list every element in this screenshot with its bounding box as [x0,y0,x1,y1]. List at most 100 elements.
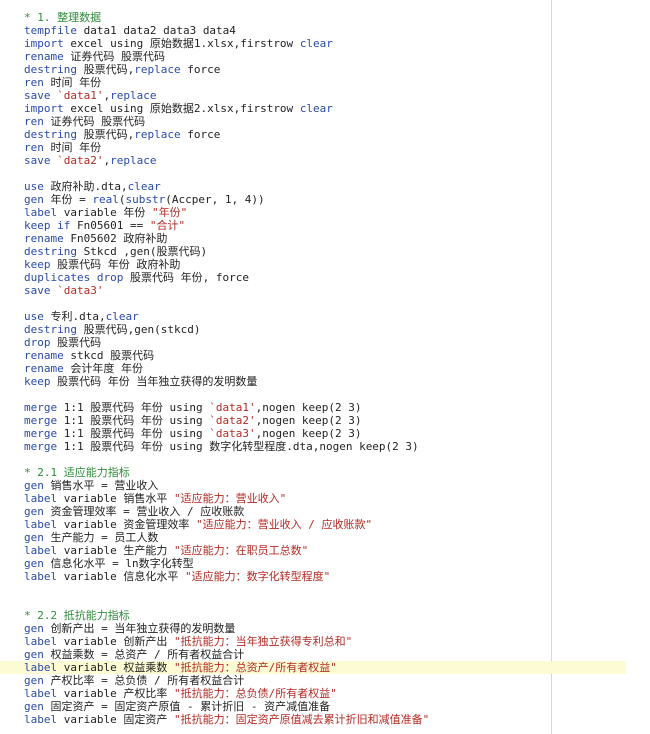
code-line[interactable]: save `data1',replace [0,89,626,102]
keyword-token: gen [24,700,44,713]
keyword-token: clear [299,102,333,115]
code-token: variable 年份 [57,206,152,219]
keyword-token: replace [110,89,157,102]
code-line[interactable]: * 1. 整理数据 [0,11,626,24]
keyword-token: label [24,570,58,583]
code-line[interactable]: label variable 销售水平 "适应能力：营业收入" [0,492,626,505]
keyword-token: ren [24,141,44,154]
code-token: variable 产权比率 [57,687,174,700]
keyword-token: label [24,206,58,219]
code-line[interactable]: rename stkcd 股票代码 [0,349,626,362]
do-file-editor[interactable]: * 1. 整理数据 tempfile data1 data2 data3 data… [0,0,650,734]
code-line[interactable]: gen 固定资产 = 固定资产原值 - 累计折旧 - 资产减值准备 [0,700,626,713]
code-line[interactable]: import excel using 原始数据2.xlsx,firstrow c… [0,102,626,115]
code-line[interactable]: label variable 固定资产 "抵抗能力：固定资产原值减去累计折旧和减… [0,713,626,726]
code-line-current[interactable]: label variable 权益乘数 "抵抗能力：总资产/所有者权益" [0,661,626,674]
code-line[interactable]: ren 证券代码 股票代码 [0,115,626,128]
code-token: Stkcd ,gen(股票代码) [76,245,208,258]
code-token: ( [118,193,126,206]
code-token: variable 权益乘数 [57,661,174,674]
code-line[interactable]: merge 1:1 股票代码 年份 using `data1',nogen ke… [0,401,626,414]
keyword-token: duplicates drop [24,271,124,284]
keyword-token: keep [24,258,51,271]
code-line[interactable]: rename 证券代码 股票代码 [0,50,626,63]
code-line[interactable]: label variable 资金管理效率 "适应能力：营业收入 / 应收账款" [0,518,626,531]
keyword-token: real [92,193,119,206]
code-line[interactable] [0,297,626,310]
keyword-token: gen [24,479,44,492]
code-line[interactable]: merge 1:1 股票代码 年份 using `data2',nogen ke… [0,414,626,427]
code-token: variable 信息化水平 [57,570,185,583]
code-line[interactable] [0,596,626,609]
keyword-token: merge [24,401,58,414]
code-line[interactable] [0,583,626,596]
code-token: ,nogen keep(2 3) [255,401,362,414]
code-line[interactable]: destring 股票代码,replace force [0,128,626,141]
code-line[interactable]: label variable 创新产出 "抵抗能力：当年独立获得专利总和" [0,635,626,648]
keyword-token: tempfile [24,24,77,37]
code-line[interactable]: * 2.2 抵抗能力指标 [0,609,626,622]
code-line[interactable]: import excel using 原始数据1.xlsx,firstrow c… [0,37,626,50]
code-line[interactable]: gen 销售水平 = 营业收入 [0,479,626,492]
code-line[interactable]: gen 创新产出 = 当年独立获得的发明数量 [0,622,626,635]
code-token: variable 生产能力 [57,544,174,557]
code-line[interactable]: keep 股票代码 年份 当年独立获得的发明数量 [0,375,626,388]
keyword-token: label [24,713,58,726]
code-line[interactable]: use 政府补助.dta,clear [0,180,626,193]
code-line[interactable]: gen 产权比率 = 总负债 / 所有者权益合计 [0,674,626,687]
code-line[interactable]: merge 1:1 股票代码 年份 using 数字化转型程度.dta,noge… [0,440,626,453]
code-line[interactable]: * 2.1 适应能力指标 [0,466,626,479]
code-token: 股票代码,gen(stkcd) [76,323,201,336]
code-lines[interactable]: * 1. 整理数据 tempfile data1 data2 data3 data… [0,11,626,726]
code-line[interactable]: label variable 年份 "年份" [0,206,626,219]
code-line[interactable]: keep if Fn05601 == "合计" [0,219,626,232]
code-token: 股票代码 [50,336,102,349]
code-line[interactable]: ren 时间 年份 [0,76,626,89]
code-token: 股票代码 年份 当年独立获得的发明数量 [50,375,258,388]
code-line[interactable]: drop 股票代码 [0,336,626,349]
keyword-token: merge [24,427,58,440]
code-line[interactable]: label variable 产权比率 "抵抗能力：总负债/所有者权益" [0,687,626,700]
keyword-token: gen [24,622,44,635]
keyword-token: rename [24,232,64,245]
keyword-token: gen [24,557,44,570]
keyword-token: destring [24,245,77,258]
code-line[interactable]: ren 时间 年份 [0,141,626,154]
code-token: excel using 原始数据2.xlsx,firstrow [63,102,300,115]
code-line[interactable]: duplicates drop 股票代码 年份, force [0,271,626,284]
code-line[interactable]: rename 会计年度 年份 [0,362,626,375]
code-line[interactable]: destring 股票代码,replace force [0,63,626,76]
code-token: ,nogen keep(2 3) [255,414,362,427]
code-line[interactable]: label variable 生产能力 "适应能力：在职员工总数" [0,544,626,557]
keyword-token: label [24,518,58,531]
code-line[interactable]: destring Stkcd ,gen(股票代码) [0,245,626,258]
code-token: force [180,63,221,76]
code-line[interactable]: destring 股票代码,gen(stkcd) [0,323,626,336]
code-line[interactable] [0,388,626,401]
comment-token: * 2.1 适应能力指标 [24,466,130,479]
code-line[interactable]: label variable 信息化水平 "适应能力：数字化转型程度" [0,570,626,583]
code-line[interactable]: save `data2',replace [0,154,626,167]
code-line[interactable]: rename Fn05602 政府补助 [0,232,626,245]
code-line[interactable]: keep 股票代码 年份 政府补助 [0,258,626,271]
code-line[interactable]: gen 权益乘数 = 总资产 / 所有者权益合计 [0,648,626,661]
code-line[interactable]: save `data3' [0,284,626,297]
keyword-token: replace [134,128,181,141]
code-line[interactable]: gen 年份 = real(substr(Accper, 1, 4)) [0,193,626,206]
code-line[interactable]: merge 1:1 股票代码 年份 using `data3',nogen ke… [0,427,626,440]
code-line[interactable]: gen 资金管理效率 = 营业收入 / 应收账款 [0,505,626,518]
code-line[interactable]: gen 信息化水平 = ln数字化转型 [0,557,626,570]
keyword-token: label [24,687,58,700]
code-line[interactable] [0,453,626,466]
keyword-token: clear [299,37,333,50]
code-line[interactable]: tempfile data1 data2 data3 data4 [0,24,626,37]
code-token: 销售水平 = 营业收入 [43,479,159,492]
code-line[interactable]: use 专利.dta,clear [0,310,626,323]
code-line[interactable] [0,167,626,180]
string-token: `data3' [57,284,104,297]
code-token: 权益乘数 = 总资产 / 所有者权益合计 [43,648,245,661]
keyword-token: replace [134,63,181,76]
string-token: "适应能力：营业收入" [173,492,287,505]
code-token: 时间 年份 [43,141,102,154]
code-line[interactable]: gen 生产能力 = 员工人数 [0,531,626,544]
